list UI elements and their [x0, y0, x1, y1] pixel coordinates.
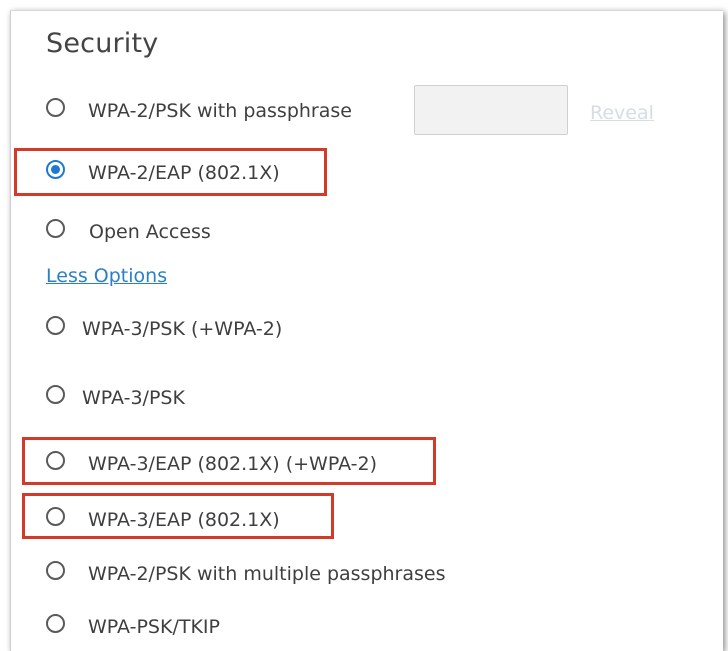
radio-wpa-psk-tkip[interactable] [46, 614, 65, 633]
radio-wpa3-psk[interactable] [46, 385, 65, 404]
highlight-box-wpa3-eap-wpa2 [22, 437, 436, 485]
highlight-box-wpa3-eap [22, 493, 334, 539]
radio-wpa3-psk-wpa2[interactable] [46, 316, 65, 335]
option-label: WPA-3/PSK [82, 387, 185, 409]
radio-wpa2-psk-multiple[interactable] [46, 561, 65, 580]
highlight-box-wpa2-eap [14, 148, 327, 196]
security-title: Security [46, 28, 159, 59]
option-label: WPA-PSK/TKIP [88, 616, 220, 638]
reveal-link[interactable]: Reveal [590, 102, 654, 124]
radio-wpa2-psk-passphrase[interactable] [46, 98, 65, 117]
radio-open-access[interactable] [46, 219, 65, 238]
less-options-link[interactable]: Less Options [46, 265, 167, 287]
passphrase-input[interactable] [414, 85, 568, 135]
option-label: WPA-2/PSK with multiple passphrases [88, 563, 446, 585]
option-label: WPA-3/PSK (+WPA-2) [82, 318, 283, 340]
option-label: WPA-2/PSK with passphrase [88, 100, 352, 122]
option-label: Open Access [89, 221, 211, 243]
